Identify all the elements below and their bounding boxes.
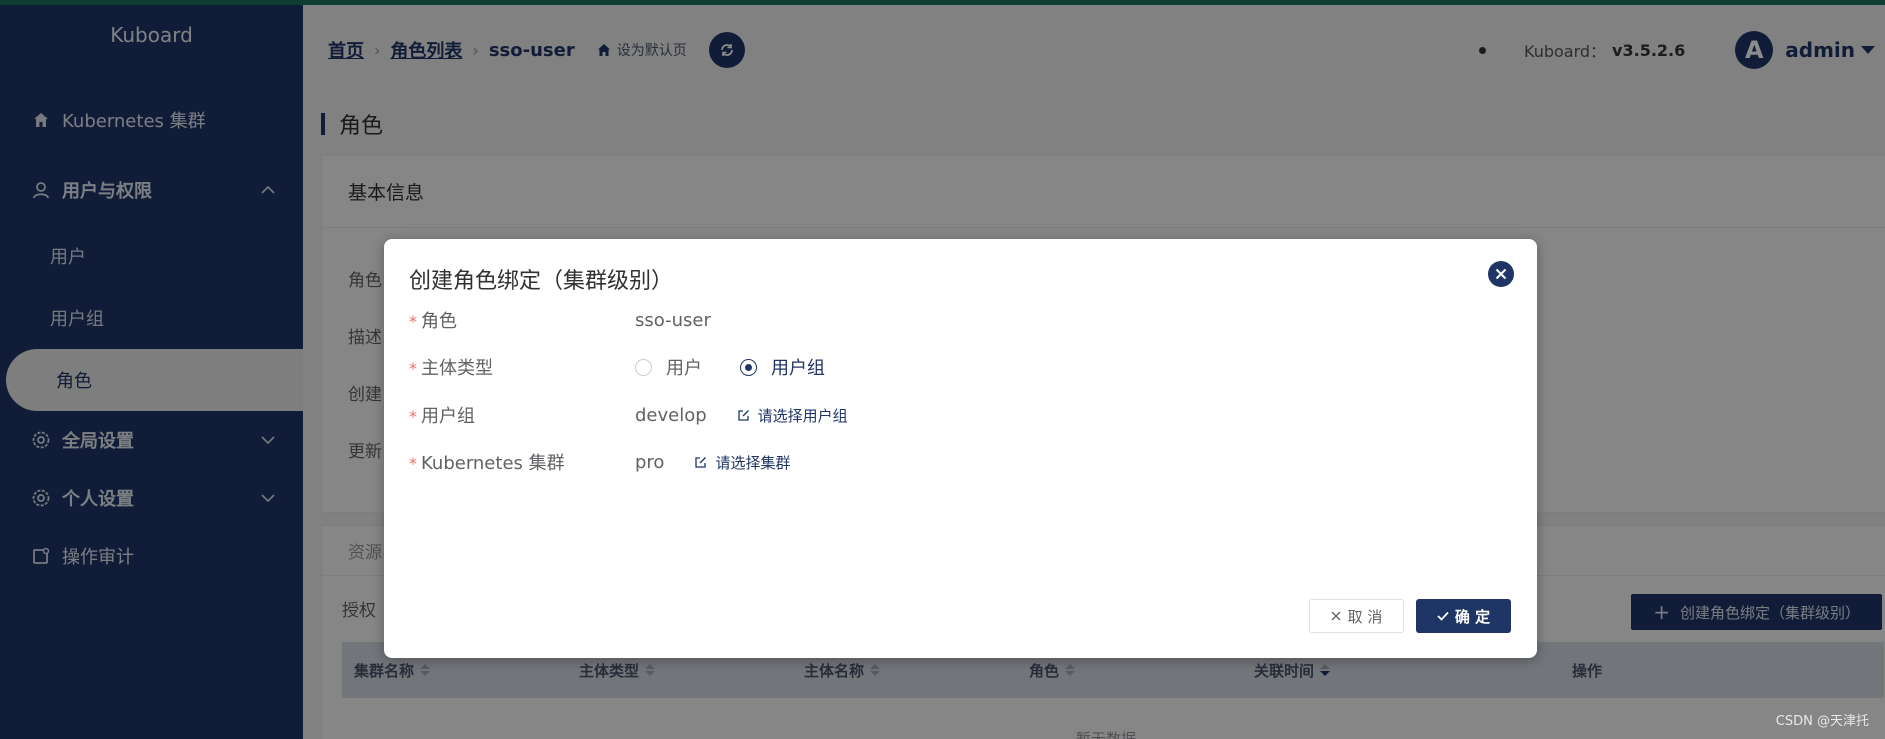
cluster-value: pro	[635, 451, 665, 473]
dialog-title: 创建角色绑定（集群级别）	[409, 269, 674, 294]
required-mark: *	[409, 407, 417, 426]
row-subject-type: * 主体类型 用户 用户组	[409, 352, 1509, 382]
required-mark: *	[409, 454, 417, 473]
confirm-label: 确 定	[1454, 607, 1491, 626]
cluster-label-text: Kubernetes 集群	[421, 453, 565, 474]
radio-circle-checked	[740, 358, 757, 376]
check-icon	[1437, 611, 1449, 621]
confirm-button[interactable]: 确 定	[1416, 599, 1511, 633]
create-role-binding-dialog: 创建角色绑定（集群级别） * 角色 sso-user * 主体类型 用户 用户组 *…	[384, 239, 1537, 658]
cluster-label: * Kubernetes 集群	[409, 449, 635, 475]
close-icon	[1495, 268, 1507, 280]
row-cluster: * Kubernetes 集群 pro 请选择集群	[409, 447, 1509, 477]
select-user-group-link[interactable]: 请选择用户组	[737, 405, 848, 426]
radio-group[interactable]: 用户组	[740, 354, 825, 380]
user-group-label-text: 用户组	[421, 406, 475, 427]
role-label: * 角色	[409, 307, 635, 333]
radio-circle	[635, 358, 652, 376]
subject-type-label-text: 主体类型	[421, 358, 493, 379]
subject-type-label: * 主体类型	[409, 354, 635, 380]
required-mark: *	[409, 359, 417, 378]
cancel-label: 取 消	[1347, 607, 1383, 626]
select-user-group-label: 请选择用户组	[757, 406, 848, 425]
role-value: sso-user	[635, 309, 711, 331]
cancel-button[interactable]: 取 消	[1309, 599, 1404, 633]
radio-group-label: 用户组	[771, 358, 825, 379]
radio-user[interactable]: 用户	[635, 354, 702, 380]
select-cluster-link[interactable]: 请选择集群	[694, 452, 790, 473]
edit-icon	[695, 456, 707, 468]
user-group-label: * 用户组	[409, 402, 635, 428]
radio-user-label: 用户	[666, 358, 702, 379]
select-cluster-label: 请选择集群	[715, 453, 791, 472]
row-role: * 角色 sso-user	[409, 305, 1509, 335]
role-label-text: 角色	[421, 311, 457, 332]
required-mark: *	[409, 312, 417, 331]
user-group-value: develop	[635, 404, 707, 426]
row-user-group: * 用户组 develop 请选择用户组	[409, 400, 1509, 430]
edit-icon	[738, 409, 749, 421]
watermark: CSDN @天津托	[1775, 714, 1869, 729]
close-button[interactable]	[1488, 261, 1514, 287]
close-icon	[1331, 611, 1341, 621]
